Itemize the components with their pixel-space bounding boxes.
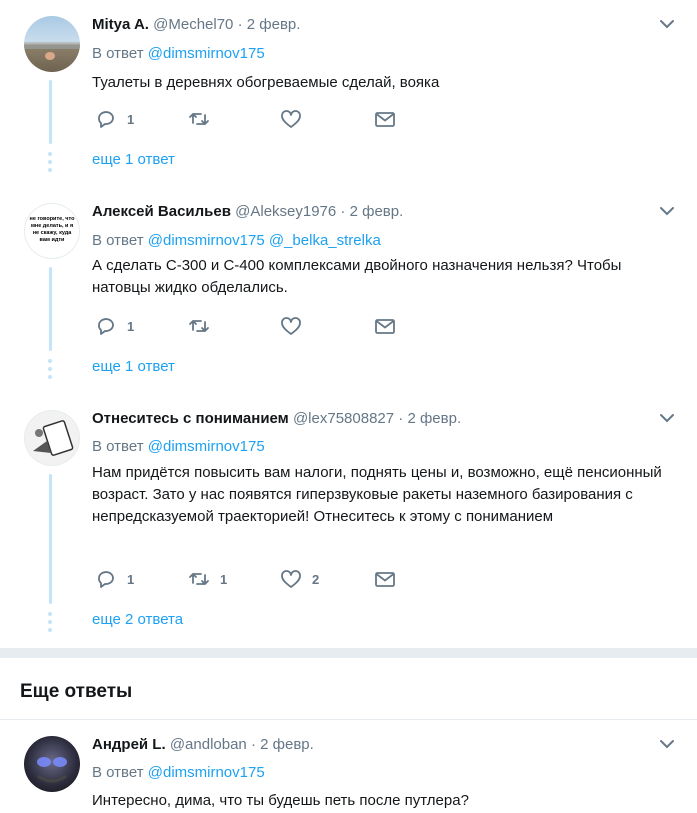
tweet-text: Интересно, дима, что ты будешь петь посл… [92,792,469,809]
separator: · [250,736,256,753]
avatar-text: не говорите, что мне делать, и я не скаж… [29,216,75,243]
author-name[interactable]: Mitya A. [92,16,149,33]
like-icon [281,570,301,588]
avatar-image-icon [33,420,74,456]
retweet-icon [189,320,209,332]
direct-message-icon [375,319,395,334]
thread-line [49,474,52,604]
like-button[interactable] [280,108,302,130]
separator: · [237,16,243,33]
like-button[interactable] [280,315,302,337]
thread-dots [48,359,52,383]
direct-message-icon [375,112,395,127]
tweet-date[interactable]: 2 февр. [350,203,404,220]
avatar[interactable] [24,410,80,466]
tweet-text: Нам придётся повысить вам налоги, поднят… [92,464,662,525]
thread-dots [48,612,52,636]
reply-button[interactable]: 1 [95,108,134,130]
reply-to-line: В ответ @dimsmirnov175 @_belka_strelka [92,232,381,249]
direct-message-button[interactable] [374,315,396,337]
reply-to-line: В ответ @dimsmirnov175 [92,764,265,781]
more-replies-link[interactable]: еще 2 ответа [92,611,183,628]
thread-line [49,267,52,351]
avatar-image-icon [24,46,80,60]
avatar-image-icon [37,757,67,783]
reply-to-link[interactable]: @dimsmirnov175 [148,45,265,62]
like-button[interactable]: 2 [280,568,319,590]
section-divider [0,648,697,658]
chevron-down-icon[interactable] [659,736,675,752]
reply-to-prefix: В ответ [92,438,144,455]
reply-count: 1 [127,318,135,334]
tweet-text: Туалеты в деревнях обогреваемые сделай, … [92,74,440,91]
reply-icon [98,571,114,588]
separator: · [398,410,404,427]
author-handle[interactable]: @Mechel70 [153,16,233,33]
reply-button[interactable]: 1 [95,568,134,590]
tweet-text: А сделать С-300 и С-400 комплексами двой… [92,257,622,296]
reply-to-prefix: В ответ [92,232,144,249]
direct-message-button[interactable] [374,568,396,590]
author-name[interactable]: Андрей L. [92,736,166,753]
reply-button[interactable]: 1 [95,315,134,337]
tweet-header: Отнеситесь с пониманием @lex75808827 · 2… [92,410,461,427]
reply-to-prefix: В ответ [92,764,144,781]
author-name[interactable]: Алексей Васильев [92,203,231,220]
reply-count: 1 [127,111,135,127]
more-replies-link[interactable]: еще 1 ответ [92,358,175,375]
tweet-header: Mitya A. @Mechel70 · 2 февр. [92,16,300,33]
avatar[interactable] [24,16,80,72]
tweet[interactable]: не говорите, что мне делать, и я не скаж… [0,187,697,395]
tweet[interactable]: Mitya A. @Mechel70 · 2 февр. В ответ @di… [0,0,697,188]
reply-to-line: В ответ @dimsmirnov175 [92,438,265,455]
tweet-date[interactable]: 2 февр. [247,16,301,33]
separator: · [340,203,346,220]
tweet-actions: 1 [92,315,412,337]
author-handle[interactable]: @Aleksey1976 [235,203,336,220]
tweet-header: Алексей Васильев @Aleksey1976 · 2 февр. [92,203,403,220]
chevron-down-icon[interactable] [659,16,675,32]
author-handle[interactable]: @lex75808827 [293,410,394,427]
reply-to-link[interactable]: @dimsmirnov175 [148,232,265,249]
author-name[interactable]: Отнеситесь с пониманием [92,410,289,427]
avatar[interactable]: не говорите, что мне делать, и я не скаж… [24,203,80,259]
retweet-button[interactable]: 1 [188,568,227,590]
reply-count: 1 [127,571,135,587]
reply-to-link[interactable]: @dimsmirnov175 [148,438,265,455]
author-handle[interactable]: @andloban [170,736,247,753]
reply-icon [98,111,114,128]
avatar[interactable] [24,736,80,792]
chevron-down-icon[interactable] [659,410,675,426]
tweet[interactable]: Андрей L. @andloban · 2 февр. В ответ @d… [0,720,697,813]
like-icon [281,110,301,128]
thread-line [49,80,52,144]
reply-icon [98,318,114,335]
retweet-icon [189,113,209,125]
tweet-header: Андрей L. @andloban · 2 февр. [92,736,314,753]
more-replies-link[interactable]: еще 1 ответ [92,151,175,168]
retweet-count: 1 [220,571,228,587]
like-icon [281,317,301,335]
thread-dots [48,152,52,176]
reply-to-line: В ответ @dimsmirnov175 [92,45,265,62]
like-count: 2 [312,571,320,587]
tweet-actions: 1 [92,108,412,130]
direct-message-icon [375,572,395,587]
reply-to-link[interactable]: @dimsmirnov175 [148,764,265,781]
direct-message-button[interactable] [374,108,396,130]
tweet-date[interactable]: 2 февр. [407,410,461,427]
retweet-button[interactable] [188,315,210,337]
reply-to-prefix: В ответ [92,45,144,62]
tweet[interactable]: Отнеситесь с пониманием @lex75808827 · 2… [0,394,697,649]
section-title: Еще ответы [20,681,133,702]
tweet-date[interactable]: 2 февр. [260,736,314,753]
tweet-actions: 1 1 2 [92,568,412,590]
retweet-button[interactable] [188,108,210,130]
retweet-icon [189,573,209,585]
reply-to-link[interactable]: @_belka_strelka [269,232,381,249]
chevron-down-icon[interactable] [659,203,675,219]
